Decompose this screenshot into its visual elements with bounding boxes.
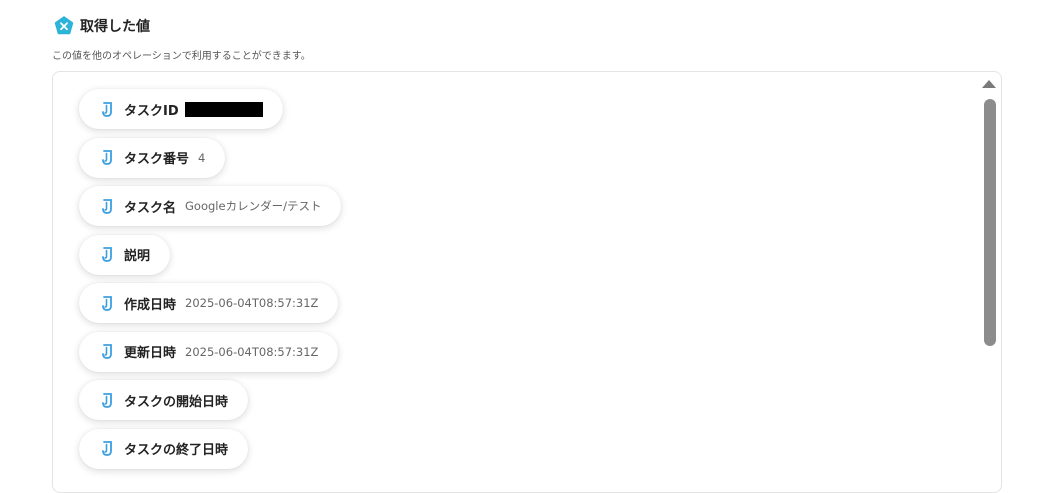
chip-label: タスクの開始日時 (124, 394, 229, 410)
section-title: 取得した値 (80, 19, 150, 35)
values-panel: タスクID タスク番号 4 タスク名 Googleカレンダー/テスト 説明 作成… (52, 71, 1002, 493)
chip-label: 更新日時 (124, 346, 177, 361)
jira-icon (99, 343, 115, 361)
jira-icon (99, 294, 115, 312)
value-chip-list: タスクID タスク番号 4 タスク名 Googleカレンダー/テスト 説明 作成… (79, 89, 342, 477)
value-chip-updated-at[interactable]: 更新日時 2025-06-04T08:57:31Z (79, 331, 339, 372)
output-values-section: 取得した値 この値を他のオペレーションで利用することができます。 タスクID タ… (0, 0, 1047, 493)
chip-label: タスク名 (124, 200, 177, 216)
chip-value: 2025-06-04T08:57:31Z (185, 344, 319, 359)
value-chip-task-number[interactable]: タスク番号 4 (79, 137, 226, 178)
jira-icon (99, 197, 115, 215)
value-chip-task-name[interactable]: タスク名 Googleカレンダー/テスト (79, 186, 342, 226)
chip-label: タスク番号 (124, 152, 190, 167)
value-chip-created-at[interactable]: 作成日時 2025-06-04T08:57:31Z (79, 283, 339, 323)
value-chip-description[interactable]: 説明 (79, 234, 171, 275)
chip-label: 説明 (124, 249, 151, 264)
value-chip-task-id[interactable]: タスクID (79, 89, 283, 129)
jira-icon (99, 391, 115, 409)
value-chip-task-end[interactable]: タスクの終了日時 (79, 428, 249, 469)
chip-label: タスクID (124, 103, 179, 119)
scrollbar-thumb[interactable] (984, 99, 996, 346)
section-subtitle: この値を他のオペレーションで利用することができます。 (52, 51, 311, 62)
jira-icon (99, 246, 115, 264)
value-chip-task-start[interactable]: タスクの開始日時 (79, 380, 249, 420)
chip-label: 作成日時 (124, 297, 177, 313)
chip-value: Googleカレンダー/テスト (185, 199, 322, 213)
chip-label: タスクの終了日時 (124, 443, 229, 458)
jira-icon (99, 149, 115, 167)
chip-value: 4 (198, 150, 206, 165)
chip-value: 2025-06-04T08:57:31Z (185, 296, 319, 310)
redacted-value (184, 101, 263, 117)
jira-icon (99, 100, 115, 118)
scroll-up-arrow[interactable] (982, 80, 996, 88)
section-header: 取得した値 (54, 15, 150, 37)
x-badge-icon (54, 16, 74, 36)
jira-icon (99, 440, 115, 458)
